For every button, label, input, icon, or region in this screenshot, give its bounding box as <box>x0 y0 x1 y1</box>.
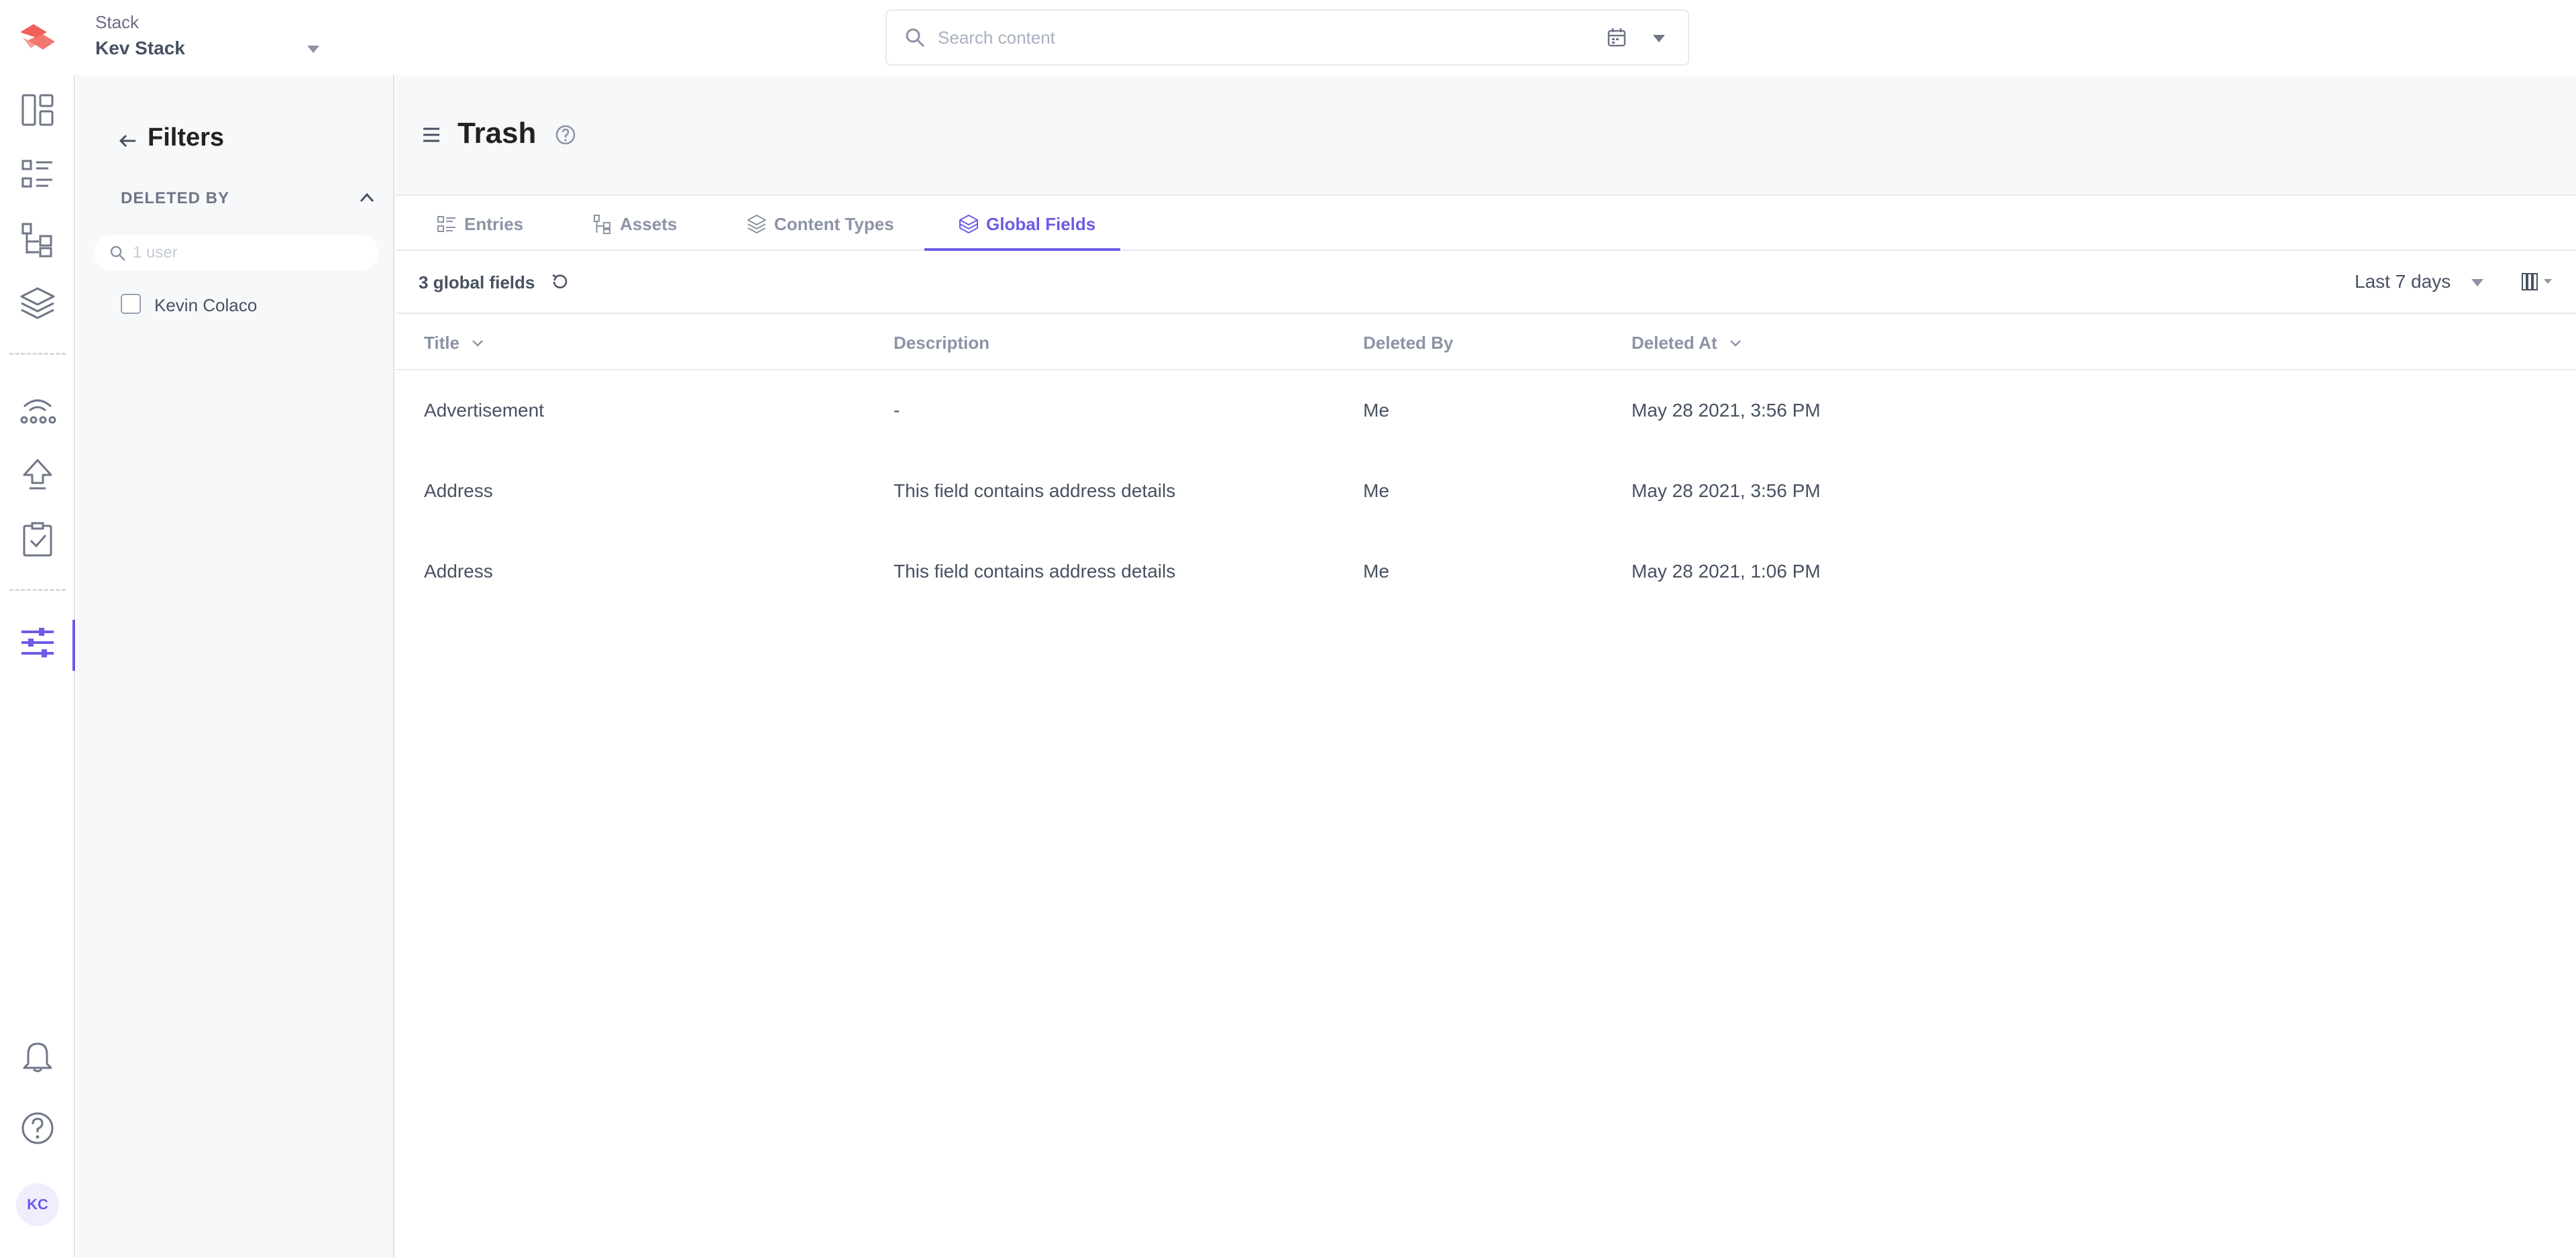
contentstack-logo-icon[interactable] <box>16 20 59 55</box>
cell-title: Address <box>424 561 493 582</box>
filter-option-checkbox[interactable] <box>121 294 141 314</box>
avatar[interactable]: KC <box>16 1183 59 1226</box>
stack-switcher[interactable]: Stack Kev Stack <box>95 12 323 66</box>
column-header-deleted-by: Deleted By <box>1363 333 1453 353</box>
search-filter-chevron-icon[interactable] <box>1653 35 1665 42</box>
active-indicator <box>72 620 75 671</box>
date-range-select[interactable]: Last 7 days <box>2355 271 2451 292</box>
user-filter-search[interactable] <box>94 235 378 271</box>
assets-icon <box>594 215 610 234</box>
cell-deleted-at: May 28 2021, 3:56 PM <box>1631 400 1821 421</box>
cell-deleted-by: Me <box>1363 561 1389 582</box>
tab-label: Content Types <box>774 213 894 234</box>
filter-option-label[interactable]: Kevin Colaco <box>154 295 257 316</box>
back-arrow-icon[interactable] <box>115 129 140 153</box>
column-settings-icon[interactable] <box>2520 270 2560 294</box>
help-icon[interactable] <box>13 1104 62 1152</box>
column-label: Deleted By <box>1363 333 1454 353</box>
entries-icon[interactable] <box>13 150 62 199</box>
column-header-description: Description <box>894 333 989 353</box>
chevron-down-icon[interactable] <box>2471 279 2483 286</box>
cell-title: Advertisement <box>424 400 544 421</box>
cell-description: This field contains address details <box>894 561 1176 582</box>
tab-label: Assets <box>620 213 678 234</box>
table-row[interactable]: Advertisement - Me May 28 2021, 3:56 PM <box>396 370 2576 451</box>
cell-deleted-at: May 28 2021, 1:06 PM <box>1631 561 1821 582</box>
filters-title: Filters <box>148 123 225 152</box>
content-types-icon <box>747 215 766 234</box>
trash-tabs: Entries Assets Content Types Global Fiel… <box>396 197 2576 251</box>
content-models-icon[interactable] <box>13 215 62 263</box>
entries-icon <box>437 216 455 232</box>
sort-chevron-icon[interactable] <box>468 333 488 353</box>
top-bar: Stack Kev Stack <box>0 0 2576 75</box>
chevron-down-icon[interactable] <box>307 46 319 53</box>
tab-entries[interactable]: Entries <box>436 197 523 251</box>
releases-icon[interactable] <box>13 515 62 563</box>
column-label: Description <box>894 333 990 353</box>
rail-divider <box>9 353 66 355</box>
deploy-icon[interactable] <box>13 451 62 499</box>
stack-label: Stack <box>95 12 140 32</box>
result-count: 3 global fields <box>419 272 535 292</box>
search-icon <box>906 28 924 47</box>
stack-layers-icon[interactable] <box>13 279 62 327</box>
dashboard-icon[interactable] <box>13 86 62 134</box>
tab-global-fields[interactable]: Global Fields <box>958 197 1095 251</box>
filters-panel: Filters DELETED BY Kevin Colaco <box>76 75 394 1257</box>
left-nav-rail: KC <box>0 75 75 1257</box>
settings-icon[interactable] <box>13 618 62 667</box>
search-bar[interactable] <box>885 9 1689 66</box>
tab-assets[interactable]: Assets <box>592 197 677 251</box>
notifications-icon[interactable] <box>13 1032 62 1080</box>
cell-deleted-by: Me <box>1363 480 1389 501</box>
chevron-up-icon[interactable] <box>356 186 378 209</box>
workflows-icon[interactable] <box>13 386 62 435</box>
search-icon <box>110 245 125 261</box>
column-header-title[interactable]: Title <box>424 333 488 353</box>
table-header: Title Description Deleted By Deleted At <box>396 314 2576 370</box>
list-toolbar: 3 global fields Last 7 days <box>396 251 2576 314</box>
tab-label: Entries <box>464 213 524 234</box>
page-header: Trash <box>396 75 2576 196</box>
sort-chevron-icon[interactable] <box>1725 333 1746 353</box>
tab-label: Global Fields <box>986 213 1096 234</box>
cell-deleted-by: Me <box>1363 400 1389 421</box>
table-row[interactable]: Address This field contains address deta… <box>396 531 2576 612</box>
global-fields-icon <box>959 215 978 233</box>
column-label: Deleted At <box>1631 333 1717 353</box>
rail-divider <box>9 589 66 591</box>
page-title: Trash <box>458 117 537 150</box>
stack-name[interactable]: Kev Stack <box>95 38 185 59</box>
calendar-icon[interactable] <box>1605 25 1629 50</box>
column-header-deleted-at[interactable]: Deleted At <box>1631 333 1746 353</box>
user-filter-input[interactable] <box>133 241 361 264</box>
hamburger-menu-icon[interactable] <box>420 123 443 146</box>
tab-content-types[interactable]: Content Types <box>746 197 894 251</box>
column-label: Title <box>424 333 460 353</box>
cell-title: Address <box>424 480 493 501</box>
search-input[interactable] <box>938 23 1542 52</box>
cell-deleted-at: May 28 2021, 3:56 PM <box>1631 480 1821 501</box>
cell-description: - <box>894 400 900 421</box>
main-content: Trash Entries Assets Content Types Globa… <box>396 75 2576 1257</box>
deleted-by-section-header[interactable]: DELETED BY <box>121 189 229 208</box>
table-row[interactable]: Address This field contains address deta… <box>396 451 2576 531</box>
cell-description: This field contains address details <box>894 480 1176 501</box>
refresh-icon[interactable] <box>549 271 570 292</box>
help-circle-icon[interactable] <box>554 123 577 146</box>
